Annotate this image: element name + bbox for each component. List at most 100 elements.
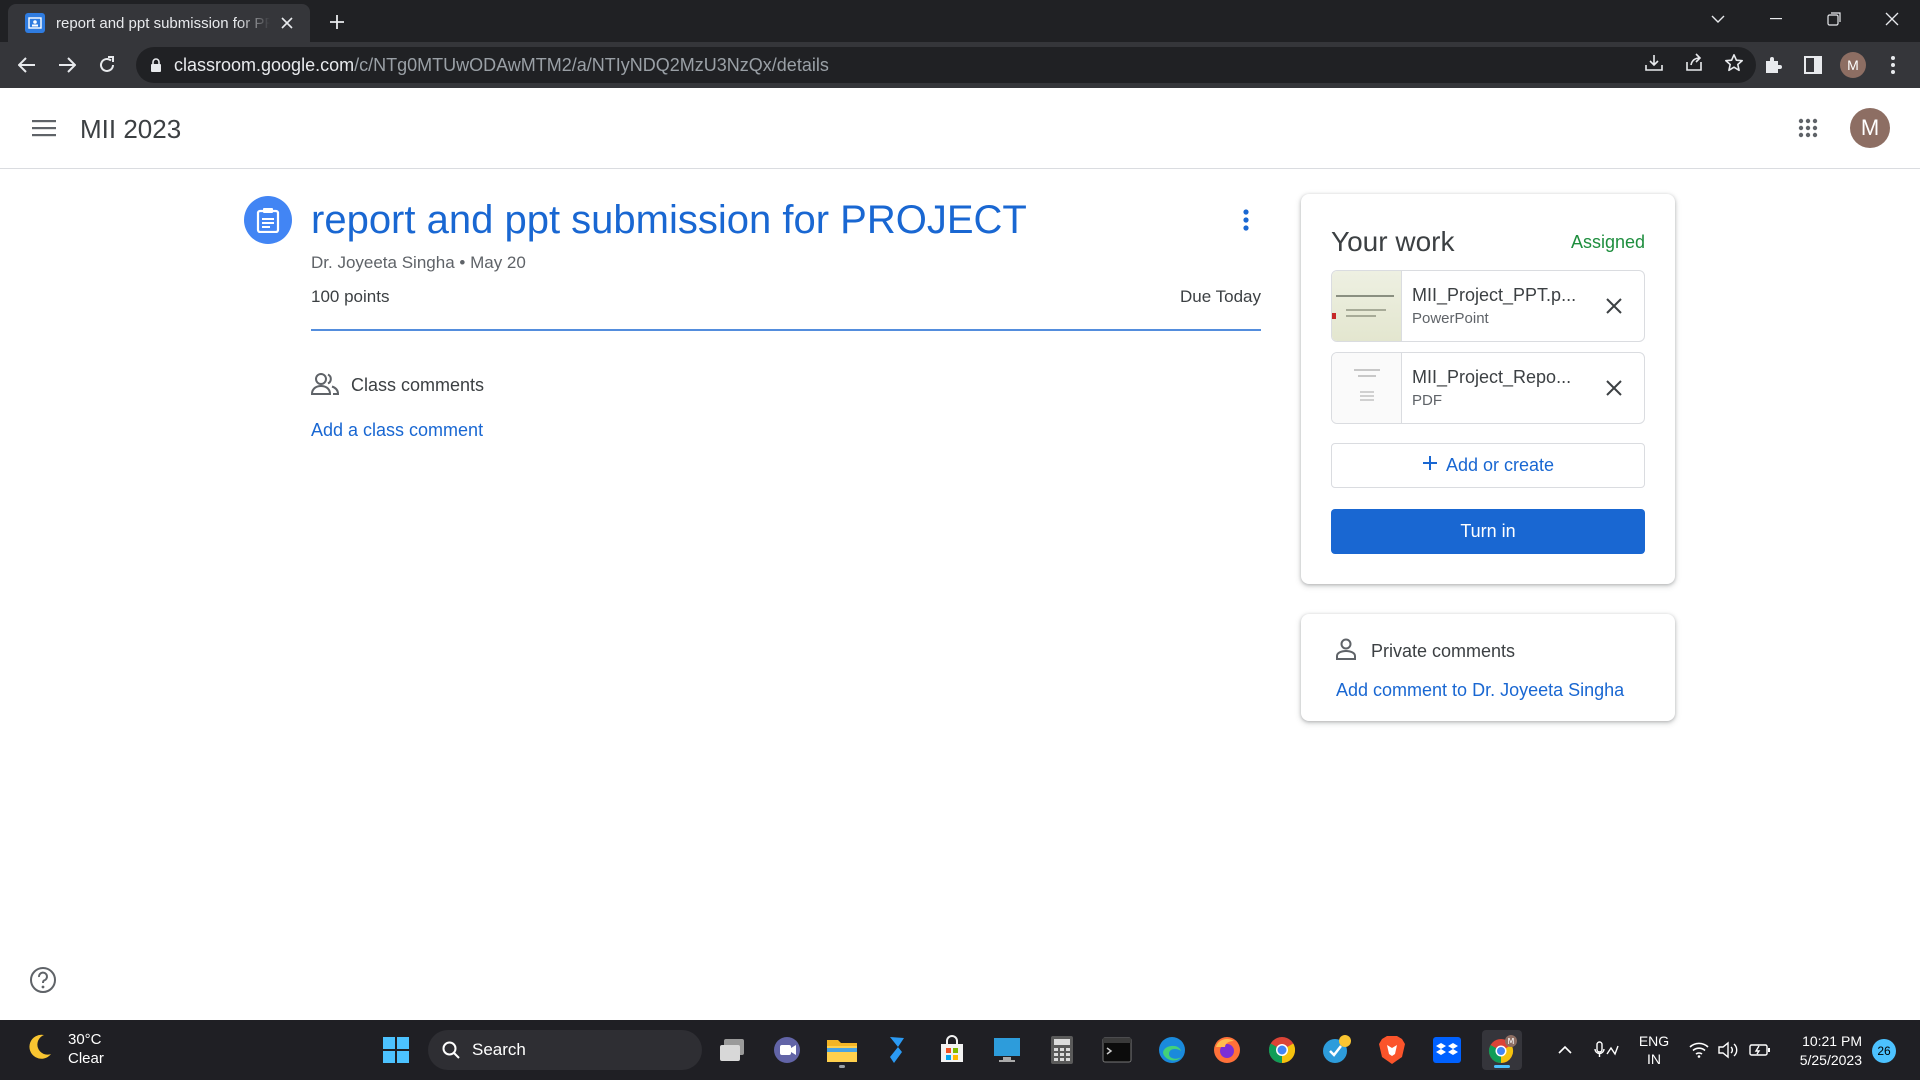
weather-condition: Clear bbox=[68, 1050, 104, 1067]
remove-attachment-icon[interactable] bbox=[1594, 286, 1634, 326]
start-icon[interactable] bbox=[376, 1030, 416, 1070]
new-tab-button[interactable] bbox=[322, 9, 352, 35]
google-apps-icon[interactable] bbox=[1790, 110, 1826, 146]
region-code: IN bbox=[1647, 1051, 1661, 1067]
battery-icon[interactable] bbox=[1746, 1020, 1774, 1080]
attachment-name[interactable]: MII_Project_PPT.p... bbox=[1412, 285, 1594, 306]
active-indicator bbox=[1494, 1065, 1510, 1068]
classroom-favicon-icon bbox=[25, 13, 45, 33]
calculator-icon[interactable] bbox=[1042, 1030, 1082, 1070]
your-work-card: Your work Assigned MII_Project_PPT.p... … bbox=[1301, 194, 1675, 584]
help-icon[interactable] bbox=[28, 965, 58, 995]
search-icon bbox=[442, 1041, 460, 1059]
account-avatar[interactable]: M bbox=[1850, 108, 1890, 148]
chrome-icon[interactable] bbox=[1262, 1030, 1302, 1070]
search-label: Search bbox=[472, 1040, 526, 1059]
notification-badge[interactable]: 26 bbox=[1872, 1039, 1896, 1063]
private-comments-card: Private comments Add comment to Dr. Joye… bbox=[1301, 614, 1675, 721]
language-indicator[interactable]: ENG IN bbox=[1634, 1020, 1674, 1080]
assignment-meta: Dr. Joyeeta Singha • May 20 bbox=[311, 253, 526, 273]
back-arrow-icon[interactable] bbox=[12, 50, 42, 80]
share-icon[interactable] bbox=[1684, 52, 1704, 78]
extensions-icon[interactable] bbox=[1758, 50, 1788, 80]
browser-tab-active[interactable]: report and ppt submission for PROJECT bbox=[8, 4, 310, 42]
attachment-type: PowerPoint bbox=[1412, 310, 1489, 327]
dropbox-icon[interactable] bbox=[1427, 1030, 1467, 1070]
attachment-name[interactable]: MII_Project_Repo... bbox=[1412, 367, 1594, 388]
add-or-create-button[interactable]: Add or create bbox=[1331, 443, 1645, 488]
microsoft-store-icon[interactable] bbox=[932, 1030, 972, 1070]
tab-title: report and ppt submission for PROJECT bbox=[56, 14, 270, 32]
add-private-comment-link[interactable]: Add comment to Dr. Joyeeta Singha bbox=[1336, 680, 1624, 701]
browser-menu-icon[interactable] bbox=[1878, 50, 1908, 80]
restore-button[interactable] bbox=[1812, 0, 1856, 38]
wifi-icon[interactable] bbox=[1686, 1020, 1712, 1080]
edge-icon[interactable] bbox=[1152, 1030, 1192, 1070]
plus-icon bbox=[1422, 455, 1438, 476]
main-menu-icon[interactable] bbox=[26, 110, 62, 146]
person-icon bbox=[1335, 638, 1357, 660]
side-panel-icon[interactable] bbox=[1798, 50, 1828, 80]
file-explorer-icon[interactable] bbox=[822, 1030, 862, 1070]
tab-close-icon[interactable] bbox=[276, 12, 298, 34]
assignment-due: Due Today bbox=[1180, 287, 1261, 306]
brave-icon[interactable] bbox=[1372, 1030, 1412, 1070]
assignment-icon bbox=[244, 196, 292, 244]
forward-arrow-icon[interactable] bbox=[52, 50, 82, 80]
windows-taskbar: 30°C Clear Search M ENG IN 10:21 PM 5/25… bbox=[0, 1020, 1920, 1080]
app-header: MII 2023 M bbox=[0, 88, 1920, 169]
private-comments-label: Private comments bbox=[1371, 641, 1516, 661]
svg-text:M: M bbox=[1508, 1037, 1515, 1046]
your-work-title: Your work bbox=[1331, 226, 1455, 257]
browser-toolbar: classroom.google.com/c/NTg0MTUwODAwMTM2/… bbox=[0, 42, 1920, 88]
assignment-date: May 20 bbox=[470, 253, 526, 272]
clock-time: 10:21 PM bbox=[1802, 1033, 1862, 1049]
show-hidden-icons-chevron[interactable] bbox=[1552, 1020, 1578, 1080]
firefox-icon[interactable] bbox=[1207, 1030, 1247, 1070]
taskbar-search[interactable]: Search bbox=[428, 1030, 702, 1070]
reload-icon[interactable] bbox=[92, 50, 122, 80]
class-comments-label: Class comments bbox=[351, 375, 485, 395]
ppt-thumbnail bbox=[1332, 271, 1402, 341]
browser-tab-bar: report and ppt submission for PROJECT bbox=[0, 0, 1920, 42]
temperature: 30°C bbox=[68, 1031, 102, 1048]
lock-icon[interactable] bbox=[150, 57, 162, 73]
moon-icon bbox=[24, 1032, 54, 1067]
volume-icon[interactable] bbox=[1716, 1020, 1742, 1080]
header-divider bbox=[311, 329, 1261, 331]
pdf-thumbnail bbox=[1332, 353, 1402, 423]
install-app-icon[interactable] bbox=[1644, 53, 1664, 78]
weather-widget[interactable]: 30°C Clear bbox=[24, 1030, 104, 1068]
language-code: ENG bbox=[1638, 1033, 1670, 1049]
sticker-app-icon[interactable] bbox=[1317, 1030, 1357, 1070]
close-window-button[interactable] bbox=[1870, 0, 1914, 38]
open-indicator bbox=[839, 1065, 845, 1068]
profile-avatar[interactable]: M bbox=[1838, 50, 1868, 80]
vscode-icon[interactable] bbox=[877, 1030, 917, 1070]
assignment-title: report and ppt submission for PROJECT bbox=[311, 198, 1027, 242]
attachment-type: PDF bbox=[1412, 392, 1442, 409]
chrome-profile-icon[interactable]: M bbox=[1482, 1030, 1522, 1070]
turn-in-button[interactable]: Turn in bbox=[1331, 509, 1645, 554]
assignment-points: 100 points bbox=[311, 287, 390, 306]
class-name[interactable]: MII 2023 bbox=[80, 114, 181, 145]
url-text[interactable]: classroom.google.com/c/NTg0MTUwODAwMTM2/… bbox=[174, 55, 829, 76]
clock-date: 5/25/2023 bbox=[1799, 1052, 1862, 1068]
minimize-button[interactable] bbox=[1754, 0, 1798, 38]
system-clock[interactable]: 10:21 PM 5/25/2023 bbox=[1782, 1032, 1862, 1070]
task-view-icon[interactable] bbox=[712, 1030, 752, 1070]
remote-desktop-icon[interactable] bbox=[987, 1030, 1027, 1070]
attachment-item[interactable]: MII_Project_Repo... PDF bbox=[1331, 352, 1645, 424]
add-or-create-label: Add or create bbox=[1445, 455, 1555, 475]
add-class-comment-link[interactable]: Add a class comment bbox=[311, 420, 483, 441]
more-options-icon[interactable] bbox=[1230, 200, 1262, 240]
terminal-icon[interactable] bbox=[1097, 1030, 1137, 1070]
bookmark-star-icon[interactable] bbox=[1724, 53, 1744, 78]
attachment-item[interactable]: MII_Project_PPT.p... PowerPoint bbox=[1331, 270, 1645, 342]
address-bar[interactable]: classroom.google.com/c/NTg0MTUwODAwMTM2/… bbox=[136, 47, 1756, 83]
work-status: Assigned bbox=[1570, 232, 1645, 252]
microphone-icon[interactable] bbox=[1588, 1020, 1624, 1080]
remove-attachment-icon[interactable] bbox=[1594, 368, 1634, 408]
tab-search-chevron-icon[interactable] bbox=[1696, 0, 1740, 38]
teams-chat-icon[interactable] bbox=[767, 1030, 807, 1070]
